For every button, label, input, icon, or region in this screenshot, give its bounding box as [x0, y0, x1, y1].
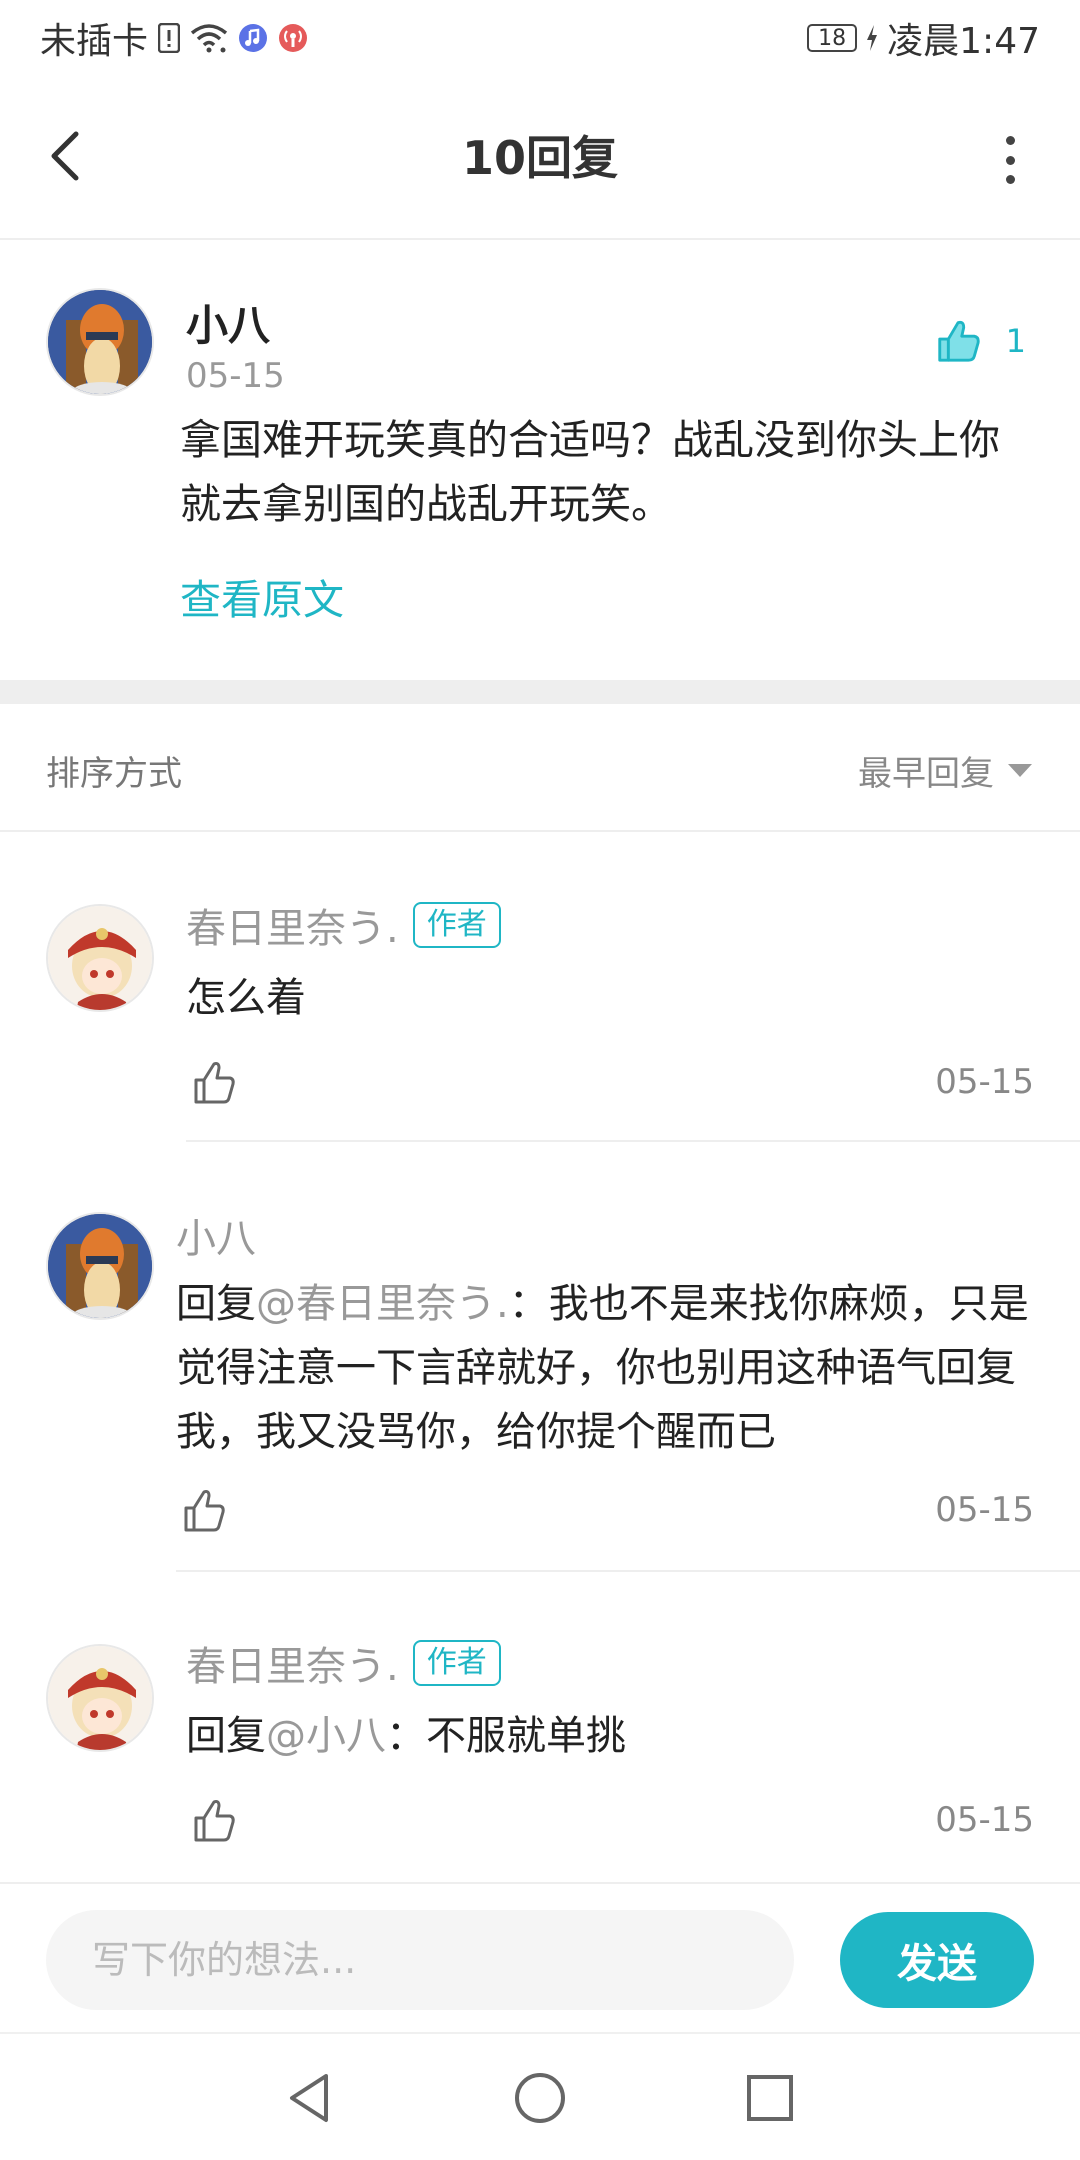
reply-content: 回复@春日里奈う.：我也不是来找你麻烦，只是觉得注意一下言辞就好，你也别用这种语…: [176, 1272, 1056, 1464]
avatar[interactable]: [46, 288, 154, 396]
battery-level: 18: [818, 25, 847, 51]
reply-author-row: 小八: [176, 1206, 256, 1264]
author-badge: 作者: [412, 1640, 501, 1686]
battery-icon: 18: [807, 24, 858, 52]
page-title: 10回复: [461, 131, 618, 185]
more-options-button[interactable]: [1000, 136, 1020, 184]
wifi-icon: [190, 23, 228, 53]
reply-date: 05-15: [935, 1062, 1034, 1102]
post-author[interactable]: 小八: [186, 292, 270, 353]
music-icon: [238, 23, 268, 53]
reply-prefix: 回复: [186, 1713, 266, 1759]
avatar[interactable]: [46, 904, 154, 1012]
like-count: 1: [1005, 322, 1026, 360]
thumbs-up-icon: [937, 320, 980, 362]
send-button[interactable]: 发送: [840, 1912, 1034, 2008]
sort-dropdown[interactable]: 最早回复: [858, 746, 1032, 795]
comment-input[interactable]: [46, 1910, 794, 2010]
thumbs-up-icon[interactable]: [178, 1486, 226, 1534]
podcast-icon: [278, 23, 308, 53]
reply-content: 回复@小八：不服就单挑: [186, 1704, 1066, 1768]
avatar[interactable]: [46, 1644, 154, 1752]
sim-alert-icon: [158, 23, 181, 53]
view-original-link[interactable]: 查看原文: [180, 566, 344, 626]
more-vertical-icon: [1005, 136, 1015, 145]
list-item: 春日里奈う. 作者 回复@小八：不服就单挑 05-15: [0, 1572, 1080, 1882]
carrier-label: 未插卡: [40, 21, 149, 62]
reply-body: ：不服就单挑: [386, 1713, 626, 1759]
reply-date: 05-15: [935, 1800, 1034, 1840]
reply-author-row: 春日里奈う. 作者: [186, 1634, 501, 1692]
reply-author[interactable]: 春日里奈う.: [186, 896, 399, 954]
section-divider: [0, 680, 1080, 704]
comment-bar: 发送: [0, 1882, 1080, 2032]
reply-author[interactable]: 春日里奈う.: [186, 1634, 399, 1692]
post-content: 拿国难开玩笑真的合适吗？战乱没到你头上你就去拿别国的战乱开玩笑。: [180, 416, 1000, 528]
list-item: 春日里奈う. 作者 怎么着 05-15: [0, 832, 1080, 1142]
author-badge: 作者: [412, 902, 501, 948]
list-item: 小八 回复@春日里奈う.：我也不是来找你麻烦，只是觉得注意一下言辞就好，你也别用…: [0, 1142, 1080, 1572]
avatar[interactable]: [46, 1212, 154, 1320]
original-comment: 小八 05-15 1 拿国难开玩笑真的合适吗？战乱没到你头上你就去拿别国的战乱开…: [0, 240, 1080, 680]
status-time: 凌晨1:47: [887, 21, 1040, 62]
reply-author[interactable]: 小八: [176, 1206, 256, 1264]
thumbs-up-icon[interactable]: [188, 1796, 236, 1844]
system-nav-bar: [0, 2032, 1080, 2160]
sort-value: 最早回复: [858, 754, 994, 794]
mention-link[interactable]: @春日里奈う.: [256, 1281, 509, 1327]
nav-recents-icon[interactable]: [742, 2070, 798, 2126]
post-date: 05-15: [186, 356, 285, 396]
sort-label: 排序方式: [46, 754, 182, 794]
status-bar: 未插卡 18 凌晨1:47: [0, 0, 1080, 76]
reply-content: 怎么着: [186, 975, 306, 1021]
nav-back-icon[interactable]: [282, 2070, 338, 2126]
thumbs-up-icon[interactable]: [188, 1058, 236, 1106]
nav-home-icon[interactable]: [512, 2070, 568, 2126]
reply-date: 05-15: [935, 1490, 1034, 1530]
charging-icon: [865, 24, 879, 52]
caret-down-icon: [1008, 764, 1032, 777]
reply-author-row: 春日里奈う. 作者: [186, 896, 501, 954]
mention-link[interactable]: @小八: [266, 1713, 386, 1759]
sort-bar: 排序方式 最早回复: [0, 704, 1080, 832]
like-button[interactable]: 1: [934, 318, 1026, 364]
top-app-bar: 10回复: [0, 76, 1080, 240]
reply-prefix: 回复: [176, 1281, 256, 1327]
